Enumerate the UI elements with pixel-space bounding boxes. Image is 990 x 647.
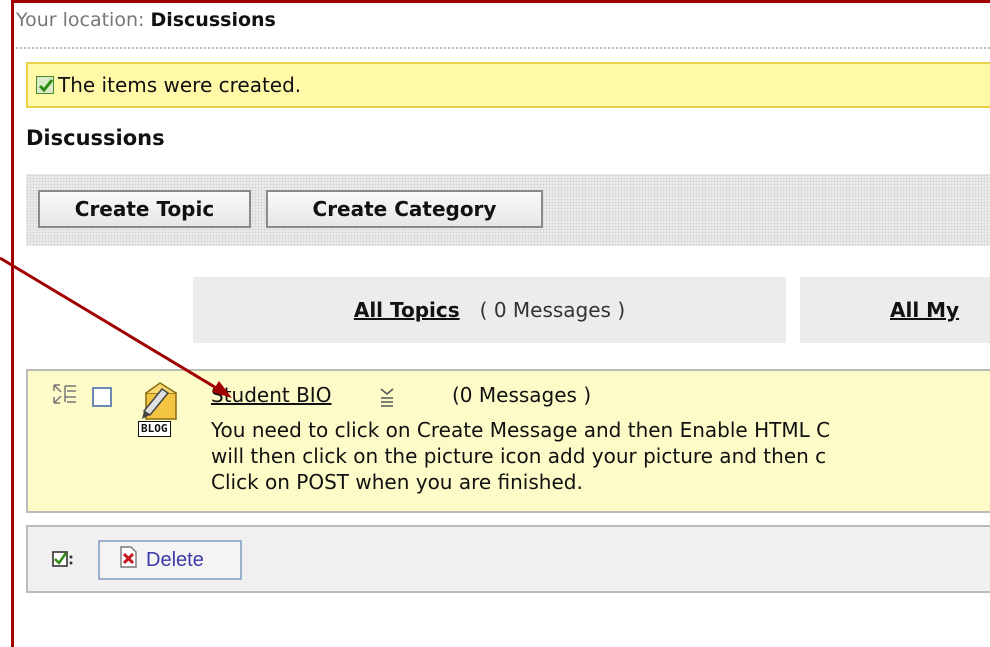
create-category-button[interactable]: Create Category	[266, 190, 543, 228]
tab-all-my[interactable]: All My	[800, 277, 990, 343]
description-line: Click on POST when you are finished.	[211, 470, 583, 494]
create-topic-button[interactable]: Create Topic	[38, 190, 251, 228]
topic-message-count: (0 Messages )	[452, 383, 592, 407]
page-title: Discussions	[26, 126, 165, 150]
select-all-icon[interactable]	[52, 549, 74, 573]
breadcrumb-current: Discussions	[150, 9, 276, 31]
topic-title-link[interactable]: Student BIO	[211, 383, 331, 407]
description-line: You need to click on Create Message and …	[211, 418, 831, 442]
blog-badge: BLOG	[138, 421, 171, 437]
topic-menu-icon[interactable]	[379, 387, 395, 411]
tab-all-topics[interactable]: All Topics ( 0 Messages )	[193, 277, 786, 343]
delete-label: Delete	[146, 548, 204, 571]
delete-icon	[118, 546, 138, 574]
notice-text: The items were created.	[58, 73, 302, 97]
discussions-page: Your location: Discussions The items wer…	[14, 3, 990, 647]
divider	[16, 47, 990, 49]
blog-icon	[138, 381, 182, 425]
expand-collapse-icon[interactable]	[52, 381, 78, 411]
breadcrumb-label: Your location:	[16, 9, 151, 31]
description-line: will then click on the picture icon add …	[211, 444, 827, 468]
breadcrumb: Your location: Discussions	[16, 9, 276, 31]
tab-all-topics-count: ( 0 Messages )	[479, 298, 626, 322]
check-icon	[36, 76, 54, 94]
tab-all-topics-link[interactable]: All Topics	[354, 298, 460, 322]
toolbar: Create Topic Create Category	[26, 174, 990, 246]
topic-row: BLOG Student BIO (0 Messages ) You need …	[26, 369, 990, 513]
topic-description: You need to click on Create Message and …	[211, 417, 830, 495]
delete-button[interactable]: Delete	[98, 540, 242, 580]
tab-all-my-link[interactable]: All My	[890, 298, 959, 322]
topic-checkbox[interactable]	[92, 387, 112, 407]
success-notice: The items were created.	[26, 62, 990, 108]
action-bar: Delete	[26, 525, 990, 593]
